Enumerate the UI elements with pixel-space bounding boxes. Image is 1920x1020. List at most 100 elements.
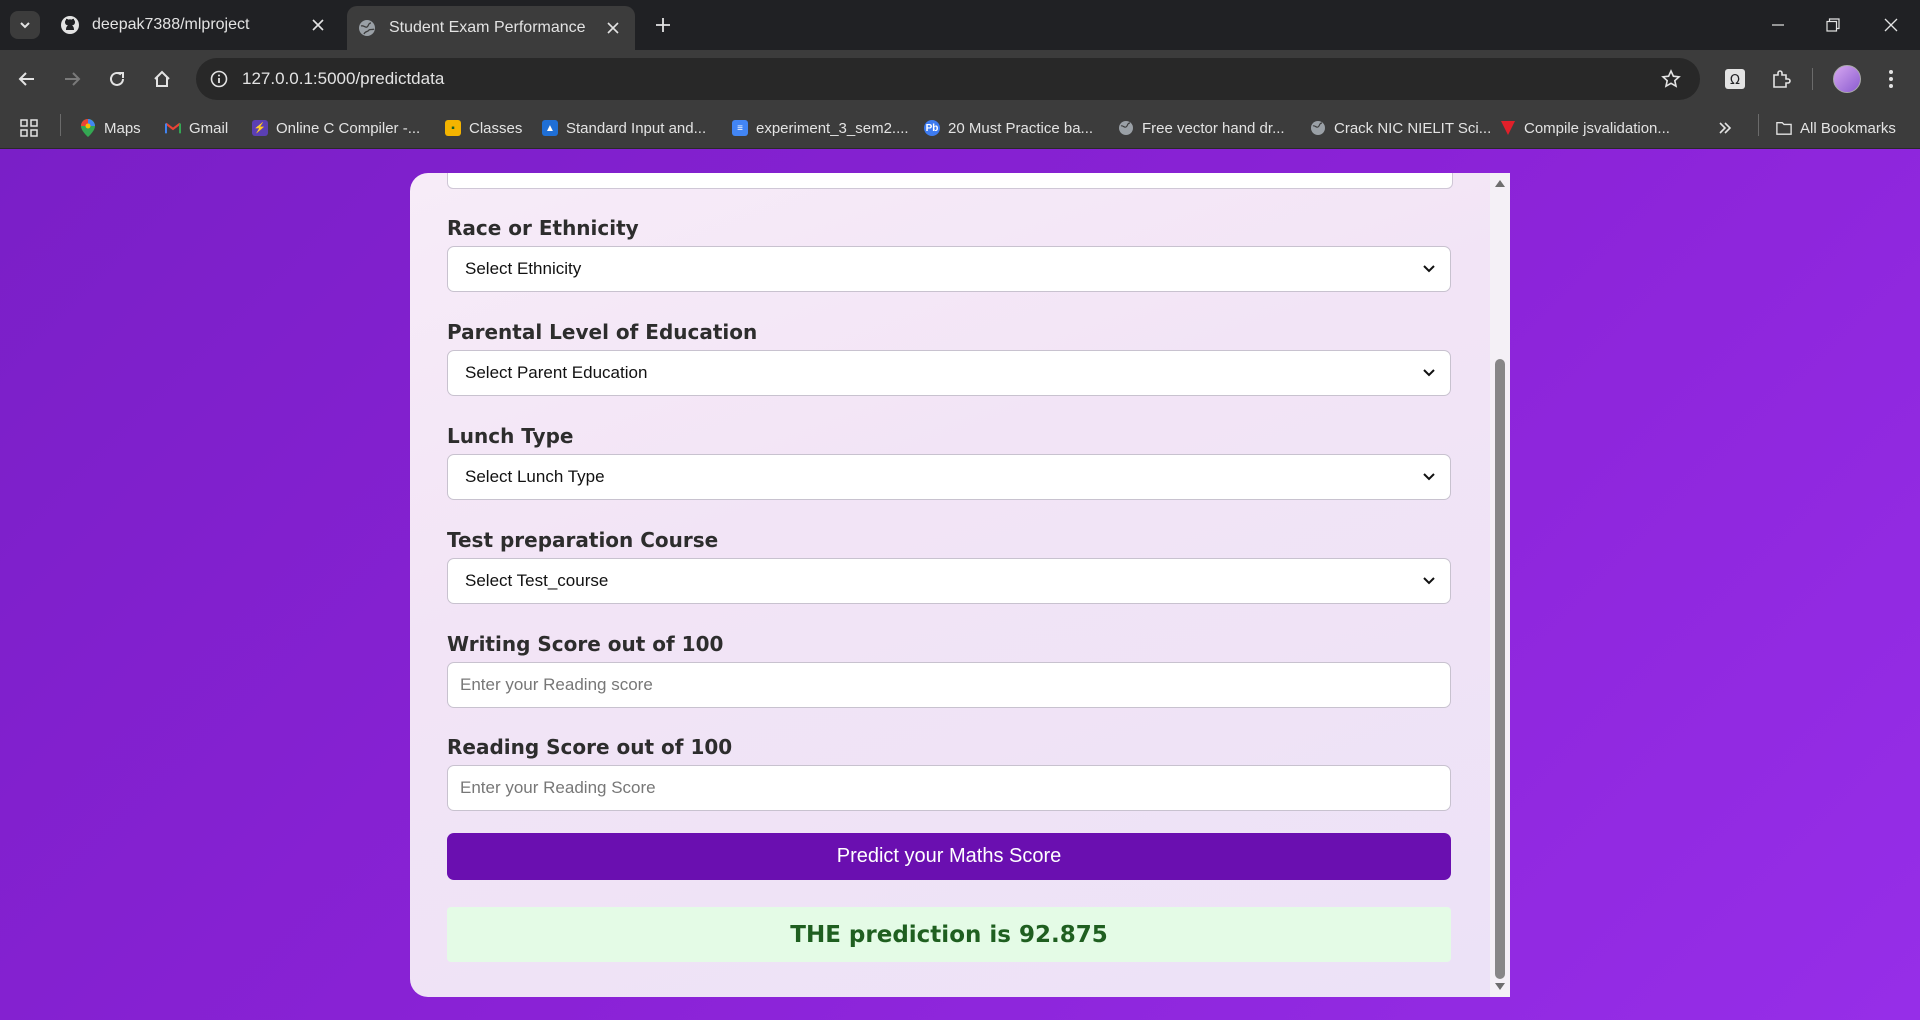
reading-score-label: Reading Score out of 100 xyxy=(447,735,733,759)
tab-title: deepak7388/mlproject xyxy=(92,16,250,33)
bookmark-label: Standard Input and... xyxy=(566,119,707,137)
forward-arrow-icon xyxy=(65,72,81,86)
scroll-down-arrow-icon[interactable] xyxy=(1494,981,1506,993)
page-background: Race or Ethnicity Select Ethnicity Paren… xyxy=(0,149,1920,1020)
address-bar[interactable]: 127.0.0.1:5000/predictdata xyxy=(196,58,1700,100)
omega-extension-button[interactable]: Ω xyxy=(1720,64,1750,94)
docs-icon: ≡ xyxy=(732,120,748,136)
writing-score-input[interactable] xyxy=(447,662,1451,708)
tab-student-exam[interactable]: Student Exam Performance xyxy=(347,6,635,50)
kebab-menu-icon xyxy=(1889,70,1893,88)
bookmark-experiment[interactable]: ≡ experiment_3_sem2.... xyxy=(732,116,909,140)
bookmark-label: Free vector hand dr... xyxy=(1142,119,1285,137)
apps-button[interactable] xyxy=(20,116,38,140)
chevron-double-right-icon xyxy=(1719,122,1732,134)
compiler-icon: ⚡ xyxy=(252,120,268,136)
pb-icon: Pb xyxy=(924,120,940,136)
minimize-button[interactable] xyxy=(1763,10,1793,40)
bookmark-must-practice[interactable]: Pb 20 Must Practice ba... xyxy=(924,116,1093,140)
apps-grid-icon xyxy=(20,119,38,137)
chevron-down-icon xyxy=(1418,362,1440,384)
menu-button[interactable] xyxy=(1876,64,1906,94)
parental-education-label: Parental Level of Education xyxy=(447,320,758,344)
window-close-button[interactable] xyxy=(1876,10,1906,40)
more-bookmarks-button[interactable] xyxy=(1718,116,1732,140)
bookmark-label: Maps xyxy=(104,119,141,137)
svg-text:Ω: Ω xyxy=(1730,73,1740,88)
tab-github[interactable]: deepak7388/mlproject xyxy=(50,6,340,44)
bookmark-crack-nic[interactable]: Crack NIC NIELIT Sci... xyxy=(1310,116,1491,140)
lunch-type-select-value: Select Lunch Type xyxy=(465,467,605,486)
home-button[interactable] xyxy=(147,64,177,94)
omega-extension-icon: Ω xyxy=(1725,69,1745,89)
bookmark-label: Online C Compiler -... xyxy=(276,119,421,137)
scrollbar-thumb[interactable] xyxy=(1495,359,1505,979)
parent-education-select-value: Select Parent Education xyxy=(465,363,648,382)
bookmark-free-vector[interactable]: Free vector hand dr... xyxy=(1118,116,1285,140)
close-icon[interactable] xyxy=(306,13,330,37)
back-arrow-icon xyxy=(18,72,34,86)
new-tab-button[interactable] xyxy=(650,12,676,38)
bookmark-label: Classes xyxy=(469,119,523,137)
bookmark-label: experiment_3_sem2.... xyxy=(756,119,909,137)
all-bookmarks-button[interactable]: All Bookmarks xyxy=(1776,116,1896,140)
chevron-down-icon xyxy=(20,22,30,29)
scroll-up-arrow-icon[interactable] xyxy=(1494,177,1506,189)
minimize-icon xyxy=(1772,24,1784,26)
bookmarks-divider xyxy=(1758,114,1759,136)
writing-score-label: Writing Score out of 100 xyxy=(447,632,724,656)
toolbar-divider xyxy=(1812,68,1813,90)
race-label: Race or Ethnicity xyxy=(447,216,639,240)
chevron-down-icon xyxy=(1418,466,1440,488)
site-info-icon[interactable] xyxy=(204,64,234,94)
back-button[interactable] xyxy=(12,64,42,94)
github-icon xyxy=(60,15,80,35)
ethnicity-select[interactable]: Select Ethnicity xyxy=(447,246,1451,292)
tab-search-button[interactable] xyxy=(10,11,40,39)
tab-title: Student Exam Performance xyxy=(389,19,586,36)
close-icon[interactable] xyxy=(601,16,625,40)
globe-icon xyxy=(357,18,377,38)
bookmark-label: Gmail xyxy=(189,119,229,137)
bookmark-compile-jsvalidation[interactable]: Compile jsvalidation... xyxy=(1500,116,1670,140)
tab-strip: deepak7388/mlproject Student Exam Perfor… xyxy=(0,0,1920,50)
puzzle-icon xyxy=(1773,70,1791,88)
extensions-button[interactable] xyxy=(1766,64,1796,94)
test-course-select[interactable]: Select Test_course xyxy=(447,558,1451,604)
bookmark-star-icon[interactable] xyxy=(1656,64,1686,94)
classes-icon: ▪ xyxy=(445,120,461,136)
bookmark-label: 20 Must Practice ba... xyxy=(948,119,1094,137)
globe-icon xyxy=(1310,120,1326,136)
chevron-down-icon xyxy=(1418,570,1440,592)
url-text: 127.0.0.1:5000/predictdata xyxy=(242,69,445,88)
lunch-type-label: Lunch Type xyxy=(447,424,574,448)
bookmarks-bar: Maps Gmail ⚡ Online C Compiler -... ▪ Cl… xyxy=(0,108,1920,149)
plus-icon xyxy=(656,18,670,32)
forward-button[interactable] xyxy=(57,64,87,94)
restore-icon xyxy=(1826,18,1840,32)
bookmark-gmail[interactable]: Gmail xyxy=(165,116,228,140)
scrollbar[interactable] xyxy=(1490,173,1510,997)
profile-avatar[interactable] xyxy=(1833,65,1861,93)
predict-button[interactable]: Predict your Maths Score xyxy=(447,833,1451,880)
bookmark-label: Compile jsvalidation... xyxy=(1524,119,1670,137)
test-prep-label: Test preparation Course xyxy=(447,528,719,552)
reload-button[interactable] xyxy=(102,64,132,94)
restore-button[interactable] xyxy=(1818,10,1848,40)
bookmark-online-c-compiler[interactable]: ⚡ Online C Compiler -... xyxy=(252,116,420,140)
home-icon xyxy=(154,70,170,87)
prediction-result: THE prediction is 92.875 xyxy=(447,907,1451,962)
reload-icon xyxy=(110,71,124,86)
form-card: Race or Ethnicity Select Ethnicity Paren… xyxy=(410,173,1510,997)
reading-score-input[interactable] xyxy=(447,765,1451,811)
folder-icon xyxy=(1776,120,1792,136)
lunch-type-select[interactable]: Select Lunch Type xyxy=(447,454,1451,500)
bookmark-standard-input[interactable]: ▲ Standard Input and... xyxy=(542,116,706,140)
school-icon: ▲ xyxy=(542,120,558,136)
bookmark-maps[interactable]: Maps xyxy=(80,116,141,140)
bookmark-classes[interactable]: ▪ Classes xyxy=(445,116,522,140)
test-course-select-value: Select Test_course xyxy=(465,571,609,590)
bookmark-label: Crack NIC NIELIT Sci... xyxy=(1334,119,1492,137)
parent-education-select[interactable]: Select Parent Education xyxy=(447,350,1451,396)
gender-select-partial[interactable] xyxy=(447,173,1453,189)
